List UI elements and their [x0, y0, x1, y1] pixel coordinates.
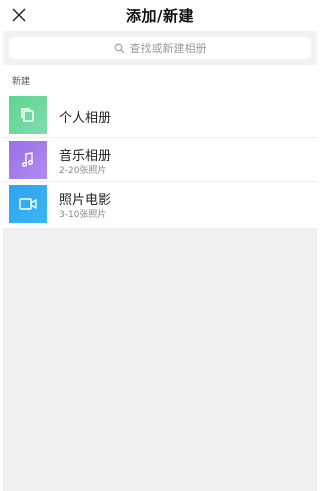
- search-placeholder: 查找或新建相册: [129, 42, 207, 55]
- list-item-title: 音乐相册: [59, 149, 112, 164]
- page-title: 添加/新建: [126, 7, 194, 25]
- personal-album-thumb: [9, 96, 47, 134]
- music-note-icon: [22, 152, 33, 167]
- section-label: 新建: [12, 77, 31, 87]
- search-input[interactable]: 查找或新建相册: [9, 37, 311, 59]
- list-item-personal-album[interactable]: 个人相册: [3, 93, 317, 137]
- video-camera-icon: [19, 198, 37, 210]
- list-item-music-album[interactable]: 音乐相册 2-20张照片: [3, 137, 317, 181]
- list-item-title: 照片电影: [59, 193, 112, 208]
- list-item-photo-movie[interactable]: 照片电影 3-10张照片: [3, 181, 317, 225]
- photo-movie-thumb: [9, 185, 47, 223]
- list-item-subtitle: 3-10张照片: [59, 210, 107, 220]
- create-list: 个人相册 音乐相册 2-20张照片 照片电影 3-10张照片: [3, 93, 317, 225]
- empty-area: [3, 228, 317, 491]
- album-copy-icon: [21, 108, 34, 122]
- search-icon: [114, 43, 124, 53]
- list-item-subtitle: 2-20张照片: [59, 166, 107, 176]
- music-album-thumb: [9, 141, 47, 179]
- header: 添加/新建: [0, 0, 320, 31]
- list-item-title: 个人相册: [59, 111, 112, 126]
- search-bar: 查找或新建相册: [3, 31, 317, 65]
